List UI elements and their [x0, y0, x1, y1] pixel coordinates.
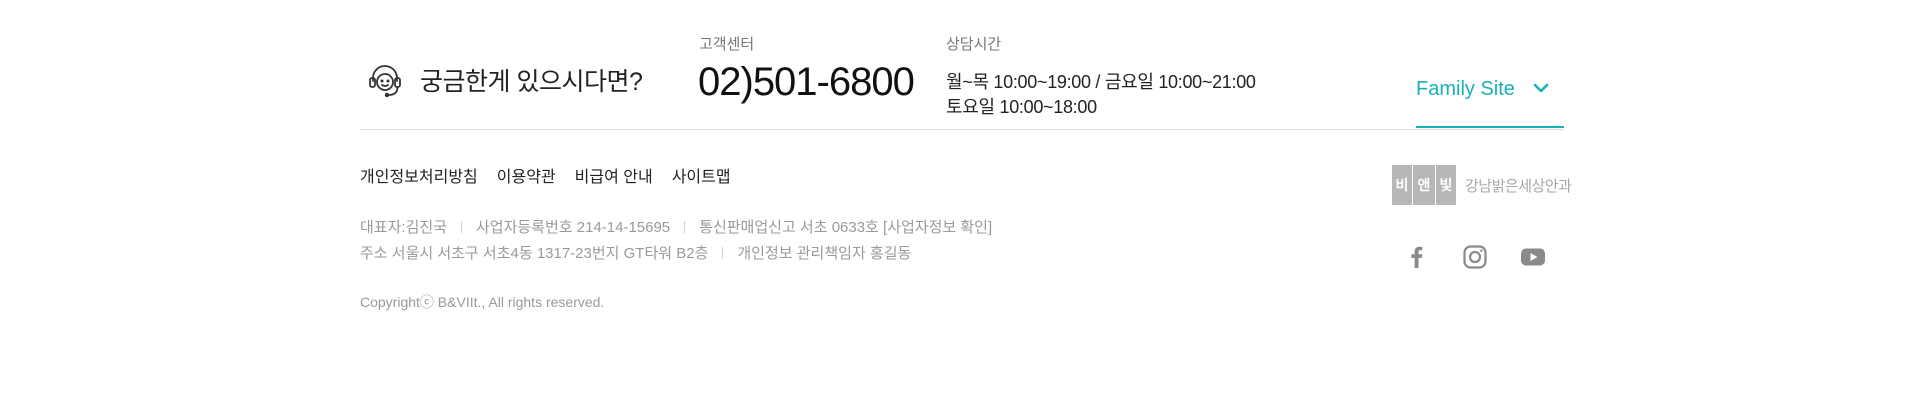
hours-label: 상담시간: [946, 36, 1002, 53]
logo-mark: 비 앤 빛: [1392, 165, 1457, 205]
facebook-icon[interactable]: [1403, 243, 1431, 271]
family-site-select[interactable]: Family Site: [1416, 70, 1564, 128]
instagram-icon[interactable]: [1461, 243, 1489, 271]
chevron-down-icon: [1533, 83, 1549, 93]
company-info-row-2: 주소 서울시 서초구 서초4동 1317-23번지 GT타워 B2층 개인정보 …: [360, 242, 911, 263]
logo-block: 비: [1392, 165, 1412, 205]
footer-divider: [360, 129, 1564, 130]
info-separator: [722, 246, 724, 259]
terms-link[interactable]: 이용약관: [497, 163, 556, 187]
site-footer: 궁금한게 있으시다면? 고객센터 02)501-6800 상담시간 월~목 10…: [0, 0, 1920, 405]
company-address: 주소 서울시 서초구 서초4동 1317-23번지 GT타워 B2층: [360, 245, 709, 262]
privacy-policy-link[interactable]: 개인정보처리방침: [360, 163, 478, 187]
copyright: Copyrightⓒ B&VIIt., All rights reserved.: [360, 294, 605, 310]
phone-number: 02)501-6800: [698, 60, 915, 104]
company-info-row-1: 대표자:김진국 사업자등록번호 214-14-15695 통신판매업신고 서초 …: [360, 216, 992, 237]
hours-weekday: 월~목 10:00~19:00 / 금요일 10:00~21:00: [946, 72, 1256, 92]
headset-icon: [369, 65, 401, 98]
privacy-officer: 개인정보 관리책임자 홍길동: [737, 245, 912, 262]
youtube-icon[interactable]: [1519, 243, 1547, 271]
footer-logo: 비 앤 빛 강남밝은세상안과: [1392, 165, 1572, 205]
ceo-name: 대표자:김진국: [360, 219, 447, 236]
info-separator: [684, 220, 686, 233]
customer-center-label: 고객센터: [699, 36, 755, 53]
logo-block: 앤: [1413, 165, 1435, 205]
sitemap-link[interactable]: 사이트맵: [672, 163, 731, 187]
info-separator: [460, 220, 462, 233]
hours-saturday: 토요일 10:00~18:00: [946, 97, 1097, 117]
logo-text: 강남밝은세상안과: [1465, 177, 1572, 195]
family-site-label: Family Site: [1416, 78, 1515, 100]
logo-block: 빛: [1436, 165, 1456, 205]
business-number: 사업자등록번호 214-14-15695: [475, 219, 671, 236]
non-covered-guide-link[interactable]: 비급여 안내: [575, 163, 653, 187]
contact-question: 궁금한게 있으시다면?: [420, 68, 643, 96]
mail-order-registration: 통신판매업신고 서초 0633호 [사업자정보 확인]: [699, 219, 993, 236]
footer-links: 개인정보처리방침 이용약관 비급여 안내 사이트맵: [360, 163, 731, 187]
